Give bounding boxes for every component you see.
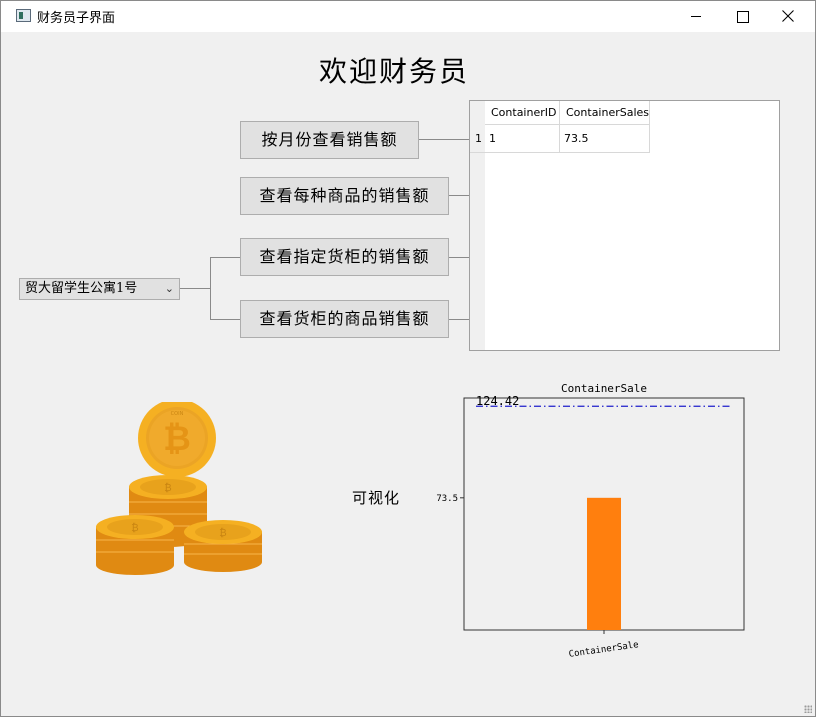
welcome-title: 欢迎财务员	[319, 55, 470, 88]
coins-icon: ₿ ₿ ₿ ₿ COIN	[96, 402, 262, 575]
connector-line	[449, 195, 469, 196]
close-button[interactable]	[765, 1, 811, 32]
chart-x-tick-label: ContainerSale	[568, 640, 639, 660]
sales-chart: ContainerSale ContainerSale 73.5 124.42	[436, 382, 745, 660]
container-select-value: 贸大留学生公寓1号	[25, 281, 138, 296]
chart-y-tick-label: 73.5	[436, 494, 458, 504]
main-window: 财务员子界面 欢迎财务员 按月份查看销售额 查看每种商品的销售额 查看指定货柜的…	[0, 0, 816, 717]
connector-line	[180, 288, 210, 289]
chart-bar	[587, 497, 621, 630]
column-header[interactable]: ContainerSales	[560, 101, 650, 125]
container-product-sales-button[interactable]: 查看货柜的商品销售额	[240, 300, 449, 338]
svg-text:₿: ₿	[163, 419, 191, 459]
window-title: 财务员子界面	[37, 11, 116, 26]
svg-text:₿: ₿	[219, 527, 226, 539]
row-header-column: 1	[470, 101, 485, 350]
chevron-down-icon: ⌄	[164, 282, 174, 295]
connector-line	[449, 319, 469, 320]
connector-line	[210, 257, 211, 320]
svg-text:₿: ₿	[164, 482, 171, 494]
minimize-button[interactable]	[673, 1, 719, 32]
results-table[interactable]: 1 ContainerID ContainerSales 1 73.5	[469, 100, 780, 351]
connector-line	[210, 257, 240, 258]
content-area: 欢迎财务员 按月份查看销售额 查看每种商品的销售额 查看指定货柜的销售额 查看货…	[9, 32, 809, 709]
title-bar: 财务员子界面	[1, 1, 815, 32]
svg-text:COIN: COIN	[171, 411, 184, 417]
table-cell[interactable]: 73.5	[560, 125, 650, 153]
svg-text:₿: ₿	[131, 522, 138, 534]
sales-per-product-button[interactable]: 查看每种商品的销售额	[240, 177, 449, 215]
row-header: 1	[470, 125, 485, 153]
chart-reference-label: 124.42	[476, 394, 519, 408]
specified-container-sales-button[interactable]: 查看指定货柜的销售额	[240, 238, 449, 276]
column-header[interactable]: ContainerID	[485, 101, 560, 125]
connector-line	[210, 319, 240, 320]
visualize-label: 可视化	[352, 489, 401, 507]
container-select[interactable]: 贸大留学生公寓1号 ⌄	[19, 278, 180, 300]
connector-line	[419, 139, 469, 140]
table-cell[interactable]: 1	[485, 125, 560, 153]
resize-grip[interactable]	[804, 705, 812, 713]
app-icon	[16, 9, 31, 22]
connector-line	[449, 257, 469, 258]
close-icon	[782, 10, 794, 22]
maximize-button[interactable]	[719, 1, 765, 32]
chart-title: ContainerSale	[561, 382, 647, 395]
sales-by-month-button[interactable]: 按月份查看销售额	[240, 121, 419, 159]
